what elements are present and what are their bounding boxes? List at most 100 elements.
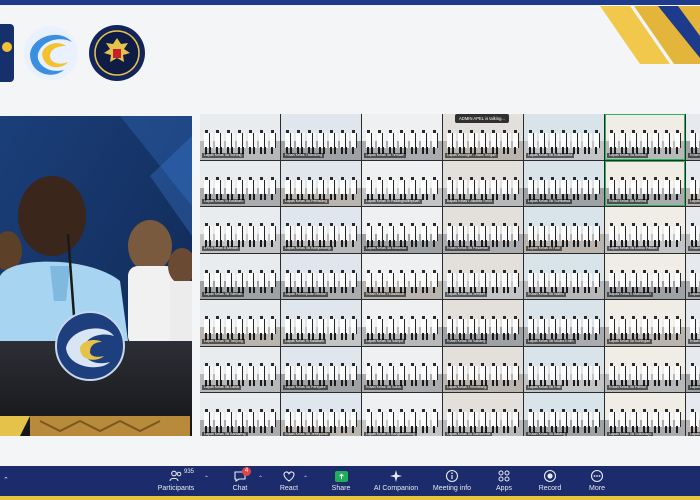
tile-people [285,226,357,241]
participant-tile[interactable]: Lapas Kelas IIA Samarinda [443,393,523,436]
participant-tile[interactable]: Lapas Kelas IIB Lahat [200,346,280,392]
participant-tile[interactable]: Lapas Narkotika [686,160,700,206]
national-emblem [89,25,145,81]
react-caret-icon[interactable]: ⌃ [303,475,308,482]
tile-people [447,226,519,241]
participant-tile[interactable]: Rutan Kelas IIB Painan [605,346,685,392]
participant-tile[interactable]: Rutan Kelas IIB Slawi [686,300,700,346]
participant-tile[interactable]: Rutan Kelas IIB [686,114,700,160]
tile-people [528,272,600,288]
corner-accent [600,6,700,64]
record-label: Record [538,485,562,492]
participant-tile[interactable]: Lapas Kelas IIA Sorong [200,114,280,160]
participant-tile[interactable]: Rutan Kelas I Bandung [281,114,361,160]
participant-name: Lapas Kelas IIB Lahat [202,385,242,390]
participant-tile[interactable]: Lapas Kelas IIB Pati [524,346,604,392]
participant-tile[interactable]: Lapas Kelas I Madiun [686,253,700,299]
participant-tile[interactable]: Rutan Kelas IIB Sabang [443,300,523,346]
tile-people [447,319,519,334]
program-logo [24,26,78,80]
chat-label: Chat [232,485,248,492]
participant-tile[interactable]: Rutan Kelas IIB Batang [524,393,604,436]
share-label: Share [331,485,351,492]
participant-tile[interactable]: LPKA Kelas II Medan [200,207,280,253]
participant-name: Lapas Kelas IIB Pati [526,385,563,390]
meeting-info-label: Meeting info [432,485,472,492]
participant-tile[interactable]: Lapas Kelas IIA Ternate [362,114,442,160]
logo-bar [0,20,146,86]
participant-tile[interactable]: Lapas Kelas III Tual [524,207,604,253]
meeting-toolbar: ⌃ 935 Participants ⌃ 4 Chat ⌃ React ⌃ Sh… [0,466,700,496]
participant-tile[interactable]: Lapas Kelas IIA Gorontalo [686,346,700,392]
tile-people [366,272,438,288]
participant-tile[interactable]: Rutan Kelas IIB Kayuagung [686,207,700,253]
participant-tile[interactable]: Rutan Kelas IIB Pasaman [443,207,523,253]
participant-tile[interactable]: Bapas Kelas I Jakarta Timur [443,160,523,206]
video-grid: Lapas Kelas IIA Sorong Rutan Kelas I Band… [200,114,700,436]
participant-name: Lapas Perempuan Medan [283,292,329,297]
participant-tile[interactable]: Lapas Kelas IIB Bantaeng [200,393,280,436]
participant-tile[interactable]: Lapas Kelas IIB Sukoharjo [605,393,685,436]
participant-tile[interactable]: Lapas Kelas I Semarang [443,346,523,392]
chat-badge: 4 [242,467,251,476]
share-button[interactable]: Share [313,469,369,496]
tile-people [690,272,700,288]
participant-tile[interactable]: Lapas Kelas IIA Kuningan [605,300,685,346]
speaking-indicator: ADMIN APEL is talking... [455,114,509,123]
participant-name: Lapas Narkotika [688,199,700,204]
participant-tile[interactable]: Lapas Kelas IIA Kalianda [362,207,442,253]
tile-people [690,365,700,381]
participant-tile[interactable]: Lapas Kelas IIB Muara Enim [524,300,604,346]
participant-tile[interactable]: Rutan Kelas IIB Jeneponto [281,393,361,436]
participant-tile[interactable]: Lapas Kelas IIB Banyuwangi [281,207,361,253]
tile-people [447,179,519,195]
participant-tile[interactable]: Rutan Kelas I Makassar [362,253,442,299]
participant-tile[interactable]: Lapas Kelas IIA Bekasi [605,114,685,160]
participant-name: Rutan Kelas IIB [688,152,700,158]
participant-name: Bapas Kelas I Jakarta Timur [445,199,494,204]
tile-people [609,365,681,381]
tile-people [690,179,700,195]
participant-name: Lapas Kelas III Rangkasbitung [364,431,417,436]
participant-tile[interactable]: Lapas Kelas IIA Watampone [686,393,700,436]
participant-tile[interactable]: Lapas Kelas III Rangkasbitung [362,393,442,436]
participant-tile[interactable]: Bapas Kelas II Manokwari [605,253,685,299]
meeting-info-button[interactable]: Meeting info [424,469,480,496]
sparkle-icon [388,469,404,483]
participant-tile[interactable]: Lapas Kelas IIA Pemalang [281,160,361,206]
participant-tile[interactable]: Lapas Kelas IIB Sumbawa [524,160,604,206]
ai-companion-button[interactable]: AI Companion [368,469,424,496]
participant-name: Rutan Kelas IIB Kayuagung [688,245,700,251]
speaker-video[interactable] [0,116,192,436]
participant-tile[interactable]: Lapas Perempuan Medan [281,253,361,299]
participant-name: Rutan Kelas I Makassar [364,292,407,297]
participant-name: Lapas Kelas IIB Sleman [202,292,245,297]
toolbar-left-caret-icon[interactable]: ⌃ [3,476,9,484]
participant-tile[interactable]: Lapas Kelas III Kalabahi [281,300,361,346]
info-icon [444,469,460,483]
tile-people [528,319,600,334]
chat-button[interactable]: 4 Chat [212,467,268,496]
participant-tile[interactable]: Lapas Kelas IIA Parepare [281,346,361,392]
participant-tile[interactable]: Lapas Kelas IIB Bulukumba [524,114,604,160]
tile-people [285,319,357,334]
participant-tile[interactable]: Lapas Kelas IIB Tanjung [200,300,280,346]
participants-caret-icon[interactable]: ⌃ [204,475,209,482]
participant-tile[interactable]: Lapas Kelas III Kotabaru [200,160,280,206]
react-button[interactable]: React [261,469,317,496]
participant-tile[interactable]: Lapas Kelas IIA Jember [443,253,523,299]
participant-tile[interactable]: Lapas Kelas III Padangsidimpuan [362,160,442,206]
participants-button[interactable]: 935 Participants [148,469,204,496]
participant-tile[interactable]: Rutan Kelas IIB Wates [524,253,604,299]
participant-tile[interactable]: Lapas Kelas IIA Sampit [362,300,442,346]
participant-tile[interactable]: Lapas Kelas IIB Sleman [200,253,280,299]
tile-people [609,272,681,288]
participant-name: Lapas Kelas I Semarang [445,385,489,390]
participant-tile[interactable]: Rutan Kelas IIB Solok [362,346,442,392]
more-button[interactable]: More [569,469,625,496]
heart-icon [281,469,297,483]
participant-tile[interactable]: Rutan Kelas IIB Manna [605,160,685,206]
participant-tile[interactable]: Lapas Kelas IIB Lubuk Pakam [605,207,685,253]
participant-name: Rutan Kelas IIB Batang [526,431,568,436]
participant-name: Lapas Kelas IIA Jember [445,292,487,297]
